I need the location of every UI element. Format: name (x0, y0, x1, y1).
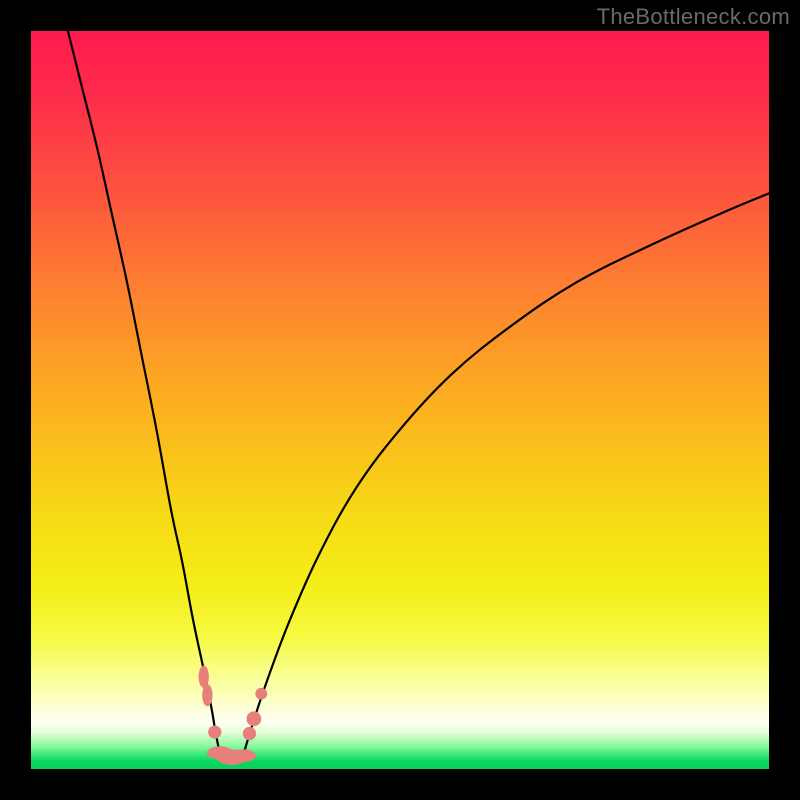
chart-stage: TheBottleneck.com (0, 0, 800, 800)
right-curve (244, 193, 769, 754)
watermark-text: TheBottleneck.com (597, 4, 790, 30)
scatter-dot (246, 711, 261, 726)
scatter-dot (243, 727, 256, 740)
scatter-dot (202, 684, 212, 706)
left-curve (68, 31, 220, 754)
plot-area (31, 31, 769, 769)
curves-svg (31, 31, 769, 769)
scatter-dots (199, 666, 268, 765)
scatter-dot (208, 725, 221, 738)
scatter-dot (230, 749, 256, 762)
scatter-dot (255, 688, 267, 700)
